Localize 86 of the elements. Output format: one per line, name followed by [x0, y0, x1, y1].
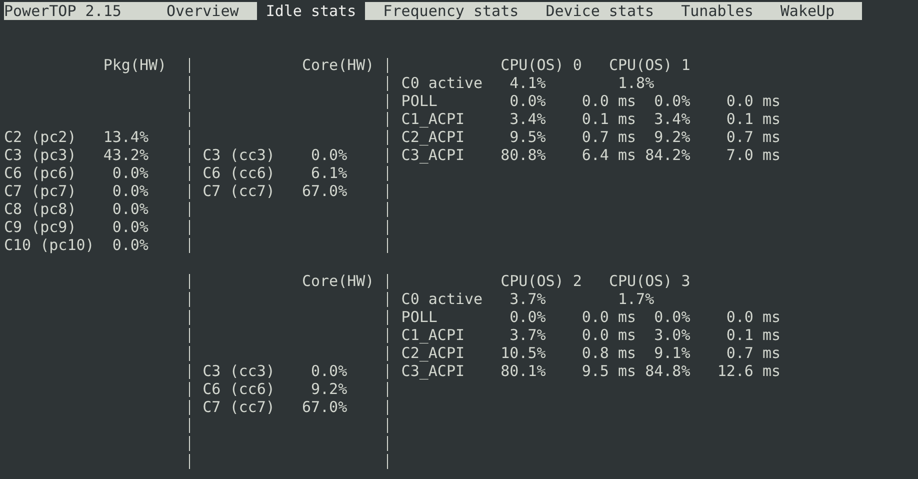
- state-label: C6 (cc6): [202, 164, 276, 182]
- table-cell-text: 0.1 ms: [725, 110, 781, 128]
- table-cell-text: 0.0%: [111, 164, 148, 182]
- table-cell-text: 9.2%: [653, 128, 690, 146]
- table-cell-text: 3.7%: [508, 290, 546, 308]
- table-cell-text: 0.0%: [111, 218, 148, 236]
- state-label: C3_ACPI: [401, 146, 466, 164]
- table-cell-text: 0.1 ms: [580, 110, 636, 128]
- state-label: C0 active: [401, 74, 484, 92]
- table-cell-text: 3.7%: [508, 326, 546, 344]
- state-label: C3_ACPI: [401, 362, 466, 380]
- menu-tab[interactable]: WakeUp: [771, 2, 844, 20]
- table-cell-text: 4.1%: [508, 74, 546, 92]
- column-header: CPU(OS) 3: [608, 272, 692, 290]
- column-header: Core(HW): [302, 56, 374, 74]
- table-cell-text: 0.0%: [111, 182, 148, 200]
- table-cell-text: 67.0%: [300, 398, 348, 416]
- table-cell-text: 3.4%: [508, 110, 546, 128]
- table-cell-text: 0.0 ms: [580, 92, 636, 110]
- menu-tab[interactable]: Device stats: [536, 2, 664, 20]
- app-title: PowerTOP 2.15: [4, 2, 122, 20]
- table-cell-text: 9.1%: [653, 344, 690, 362]
- table-cell: 80.1%: [500, 362, 546, 380]
- table-cell-text: 0.0 ms: [580, 308, 636, 326]
- table-cell-text: 0.7 ms: [580, 128, 636, 146]
- menu-tab[interactable]: Idle stats: [256, 2, 366, 20]
- state-label: C3 (cc3): [202, 362, 276, 380]
- column-header: CPU(OS) 0: [500, 56, 583, 74]
- state-label: C3 (pc3): [4, 146, 78, 164]
- table-cell: 13.4%: [103, 128, 148, 146]
- table-cell-text: 0.0%: [111, 236, 148, 254]
- table-cell-text: 0.0 ms: [725, 308, 781, 326]
- table-cell-text: 0.0%: [111, 200, 148, 218]
- table-cell-text: 6.1%: [310, 164, 348, 182]
- table-cell-text: 0.0%: [508, 308, 546, 326]
- table-cell-text: 0.0 ms: [725, 92, 781, 110]
- table-cell-text: 84.2%: [644, 146, 690, 164]
- table-cell-text: 0.8 ms: [580, 344, 636, 362]
- state-label: C0 active: [401, 290, 484, 308]
- state-label: C7 (pc7): [4, 182, 78, 200]
- state-label: C7 (cc7): [202, 398, 276, 416]
- table-cell: 80.8%: [500, 146, 546, 164]
- menu-tab[interactable]: Overview: [158, 2, 248, 20]
- table-cell-text: 0.0%: [508, 92, 546, 110]
- table-cell-text: 0.7 ms: [725, 344, 781, 362]
- state-label: C2_ACPI: [401, 344, 466, 362]
- table-cell-text: 12.6 ms: [716, 362, 781, 380]
- column-header: CPU(OS) 1: [608, 56, 692, 74]
- state-label: C6 (cc6): [202, 380, 276, 398]
- table-cell-text: 6.4 ms: [580, 146, 636, 164]
- table-cell-text: 1.7%: [617, 290, 654, 308]
- state-label: C1_ACPI: [401, 110, 466, 128]
- table-cell-text: 9.5%: [508, 128, 546, 146]
- state-label: C8 (pc8): [4, 200, 78, 218]
- state-label: C1_ACPI: [401, 326, 466, 344]
- state-label: POLL: [401, 308, 438, 326]
- table-cell-text: 3.4%: [653, 110, 690, 128]
- state-label: C10 (pc10): [4, 236, 96, 254]
- state-label: C6 (pc6): [4, 164, 78, 182]
- table-cell-text: 84.8%: [644, 362, 690, 380]
- table-cell-text: 67.0%: [300, 182, 348, 200]
- state-label: C9 (pc9): [4, 218, 78, 236]
- table-cell-text: 0.7 ms: [725, 128, 781, 146]
- table-cell-text: 0.0%: [653, 308, 690, 326]
- table-cell-text: 0.0 ms: [580, 326, 636, 344]
- menu-tab[interactable]: Tunables: [672, 2, 762, 20]
- state-label: POLL: [401, 92, 438, 110]
- table-cell-text: 0.1 ms: [725, 326, 781, 344]
- table-cell-text: 0.0%: [653, 92, 690, 110]
- table-cell-text: 0.0%: [310, 146, 348, 164]
- column-header: CPU(OS) 2: [500, 272, 583, 290]
- table-cell-text: 3.0%: [653, 326, 690, 344]
- table-cell-text: 7.0 ms: [725, 146, 781, 164]
- column-header: Pkg(HW): [103, 56, 167, 74]
- column-header: Core(HW): [302, 272, 374, 290]
- table-cell: 43.2%: [103, 146, 148, 164]
- state-label: C7 (cc7): [202, 182, 276, 200]
- state-label: C2 (pc2): [4, 128, 78, 146]
- menu-tab[interactable]: Frequency stats: [374, 2, 528, 20]
- table-cell-text: 9.5 ms: [580, 362, 636, 380]
- table-cell-text: 0.0%: [310, 362, 348, 380]
- table-cell: 10.5%: [500, 344, 546, 362]
- state-label: C2_ACPI: [401, 128, 466, 146]
- table-cell-text: 1.8%: [617, 74, 654, 92]
- state-label: C3 (cc3): [202, 146, 276, 164]
- table-cell-text: 9.2%: [310, 380, 348, 398]
